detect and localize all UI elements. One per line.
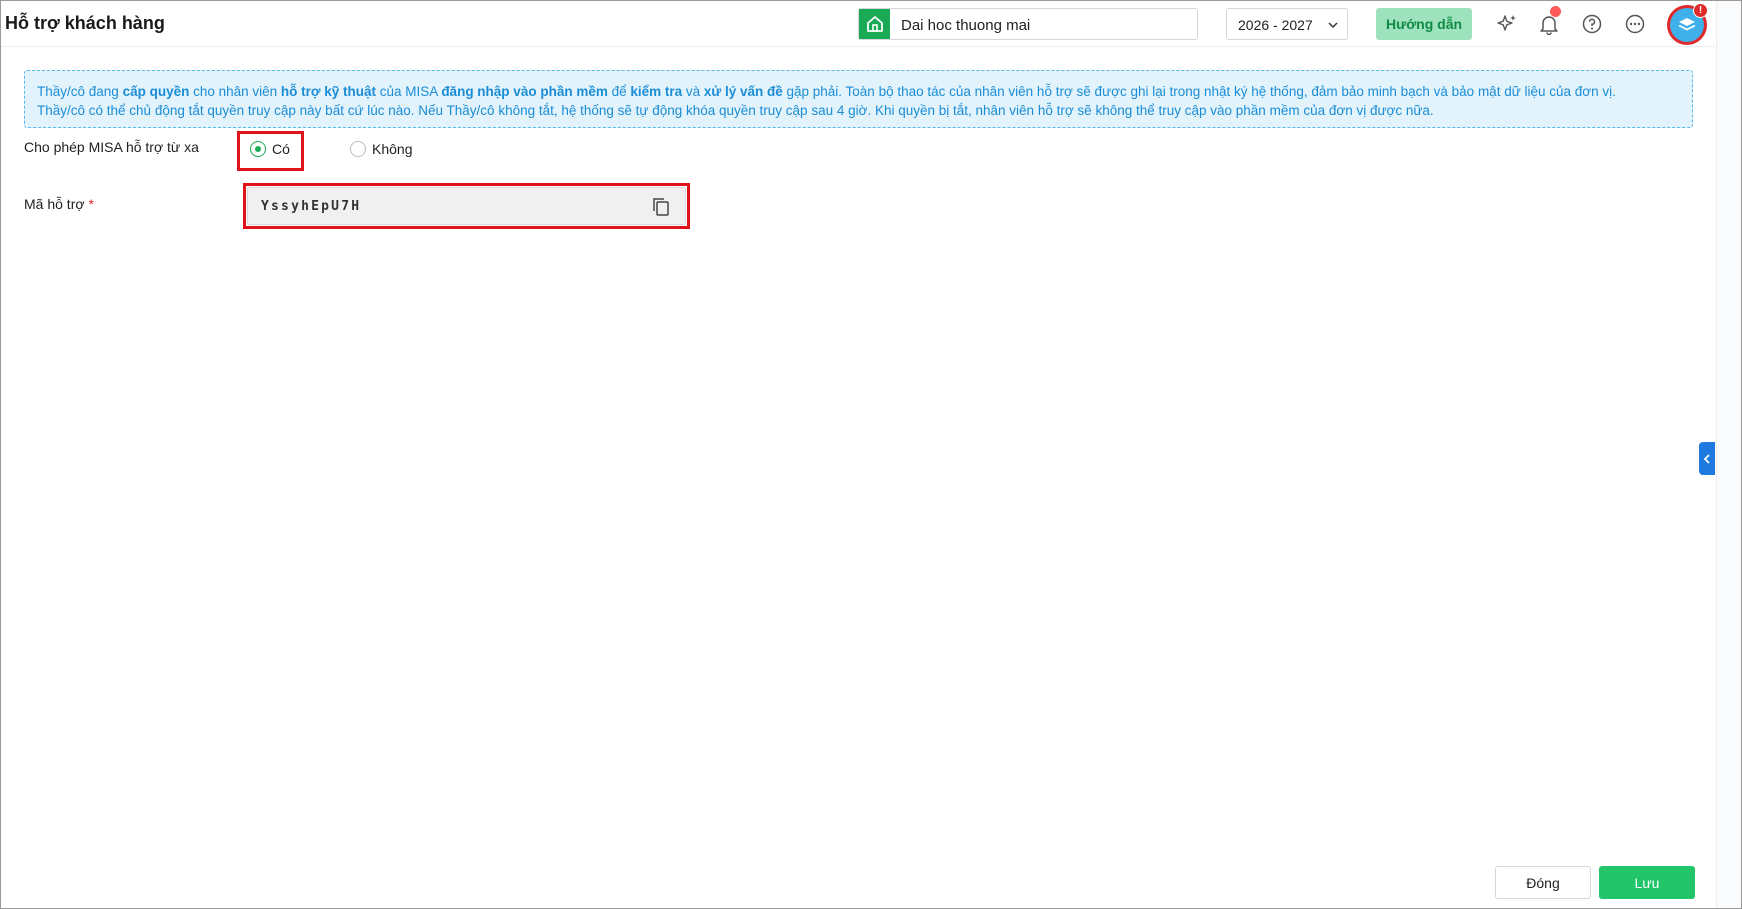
info-banner-line2: Thầy/cô có thể chủ động tắt quyền truy c… (37, 103, 1434, 118)
guide-button[interactable]: Hướng dẫn (1376, 8, 1472, 40)
radio-yes[interactable]: Có (250, 141, 290, 157)
info-banner-segment: kiểm tra (630, 84, 683, 99)
info-banner-segment: hỗ trợ kỹ thuật (280, 84, 377, 99)
copy-icon[interactable] (651, 196, 671, 218)
save-button[interactable]: Lưu (1599, 866, 1695, 899)
app-header: Hỗ trợ khách hàng Dai hoc thuong mai 202… (1, 1, 1715, 47)
chevron-left-icon (1703, 453, 1710, 464)
avatar-alert-badge: ! (1693, 3, 1708, 18)
info-banner-segment: và (682, 84, 704, 99)
close-button[interactable]: Đóng (1495, 866, 1591, 899)
info-banner-segment: Thầy/cô đang (37, 84, 123, 99)
info-banner-segment: đăng nhập vào phần mềm (441, 84, 608, 99)
support-code-label-text: Mã hỗ trợ (24, 196, 85, 212)
info-banner-segment: cho nhân viên (189, 84, 281, 99)
side-panel-toggle[interactable] (1699, 442, 1715, 475)
page-title: Hỗ trợ khách hàng (5, 13, 165, 33)
support-code-label: Mã hỗ trợ * (24, 196, 94, 212)
radio-no-label: Không (372, 141, 413, 157)
radio-no[interactable]: Không (350, 141, 412, 157)
support-code-field[interactable]: YssyhEpU7H (247, 187, 686, 225)
info-banner: Thầy/cô đang cấp quyền cho nhân viên hỗ … (24, 70, 1693, 128)
radio-no-circle[interactable] (350, 141, 366, 157)
info-banner-segment: của MISA (376, 84, 442, 99)
school-year-value: 2026 - 2027 (1238, 17, 1313, 33)
required-mark: * (88, 196, 94, 212)
unit-name: Dai hoc thuong mai (901, 17, 1031, 34)
chevron-down-icon (1327, 18, 1339, 36)
user-avatar[interactable]: ! (1667, 3, 1708, 45)
school-home-icon (859, 9, 890, 39)
help-icon[interactable] (1579, 11, 1605, 37)
school-year-dropdown[interactable]: 2026 - 2027 (1226, 8, 1348, 40)
right-edge-strip (1716, 1, 1741, 908)
notification-bell-icon[interactable] (1536, 6, 1562, 37)
info-banner-segment: cấp quyền (122, 84, 190, 99)
unit-selector[interactable]: Dai hoc thuong mai (858, 8, 1198, 40)
info-banner-line1: Thầy/cô đang cấp quyền cho nhân viên hỗ … (37, 82, 1680, 101)
notification-dot (1550, 6, 1561, 17)
info-banner-segment: xử lý vấn đề (703, 84, 783, 99)
info-banner-segment: để (607, 84, 631, 99)
radio-yes-circle[interactable] (250, 141, 266, 157)
support-code-value: YssyhEpU7H (261, 199, 362, 214)
more-options-icon[interactable] (1622, 11, 1648, 37)
radio-yes-label: Có (272, 141, 290, 157)
info-banner-segment: gặp phải. Toàn bộ thao tác của nhân viên… (782, 84, 1616, 99)
remote-support-label: Cho phép MISA hỗ trợ từ xa (24, 139, 199, 155)
ai-sparkle-icon[interactable] (1494, 11, 1520, 37)
